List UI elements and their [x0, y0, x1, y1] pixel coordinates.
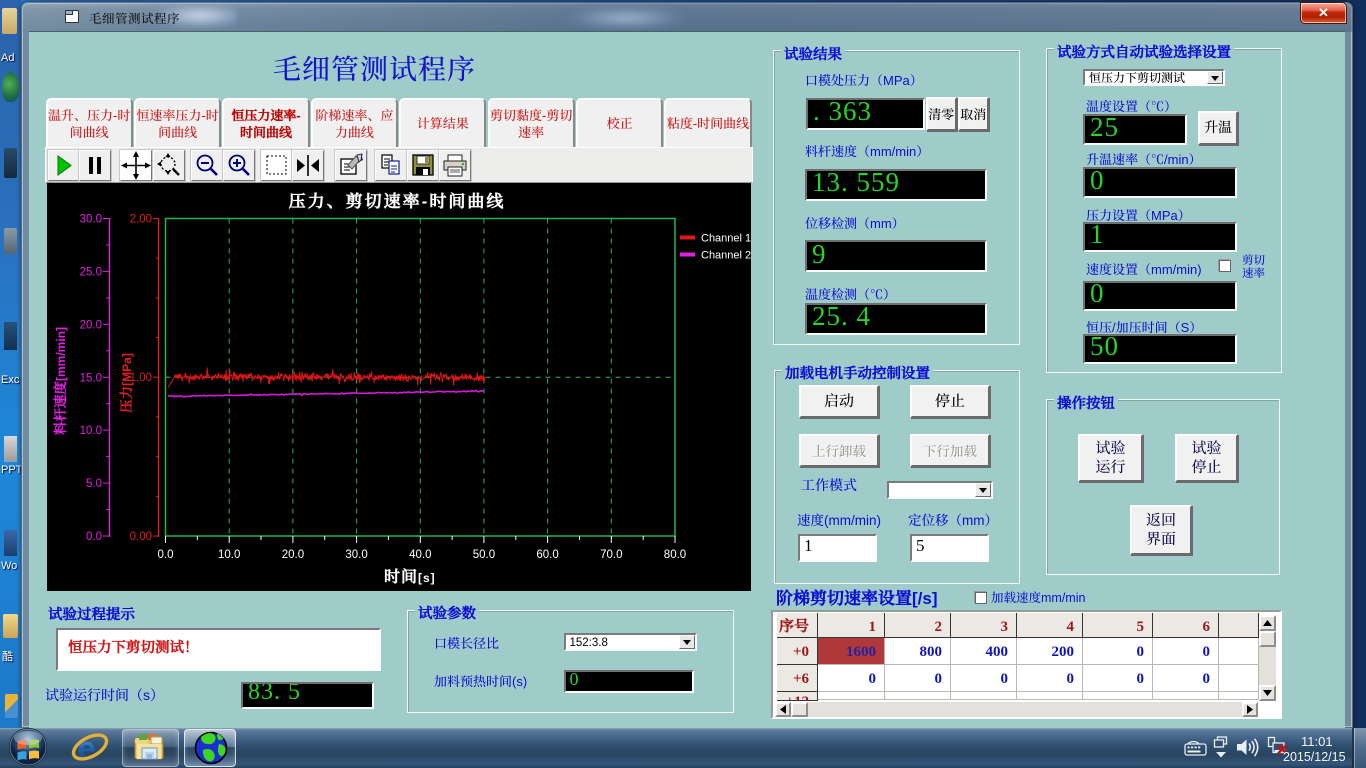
- svg-text:0.0: 0.0: [86, 531, 102, 543]
- svg-text:压力、剪切速率-时间曲线: 压力、剪切速率-时间曲线: [289, 187, 506, 212]
- svg-text:20.0: 20.0: [282, 549, 304, 561]
- svg-text:10.0: 10.0: [218, 549, 240, 561]
- svg-text:20.0: 20.0: [80, 319, 102, 331]
- svg-text:1.00: 1.00: [130, 372, 152, 384]
- svg-text:0.0: 0.0: [158, 549, 174, 561]
- svg-text:2.00: 2.00: [130, 213, 152, 225]
- svg-text:10.0: 10.0: [80, 425, 102, 437]
- svg-text:25.0: 25.0: [80, 266, 102, 278]
- svg-text:40.0: 40.0: [409, 549, 431, 561]
- svg-text:0.00: 0.00: [130, 531, 152, 543]
- svg-text:30.0: 30.0: [80, 213, 102, 225]
- svg-text:Channel 1: Channel 1: [701, 232, 751, 244]
- svg-text:60.0: 60.0: [536, 549, 558, 561]
- svg-text:Channel 2: Channel 2: [701, 249, 751, 261]
- svg-text:15.0: 15.0: [80, 372, 102, 384]
- svg-text:70.0: 70.0: [600, 549, 622, 561]
- svg-text:80.0: 80.0: [664, 549, 686, 561]
- svg-text:5.0: 5.0: [86, 478, 102, 490]
- svg-text:50.0: 50.0: [473, 549, 495, 561]
- svg-text:30.0: 30.0: [345, 549, 367, 561]
